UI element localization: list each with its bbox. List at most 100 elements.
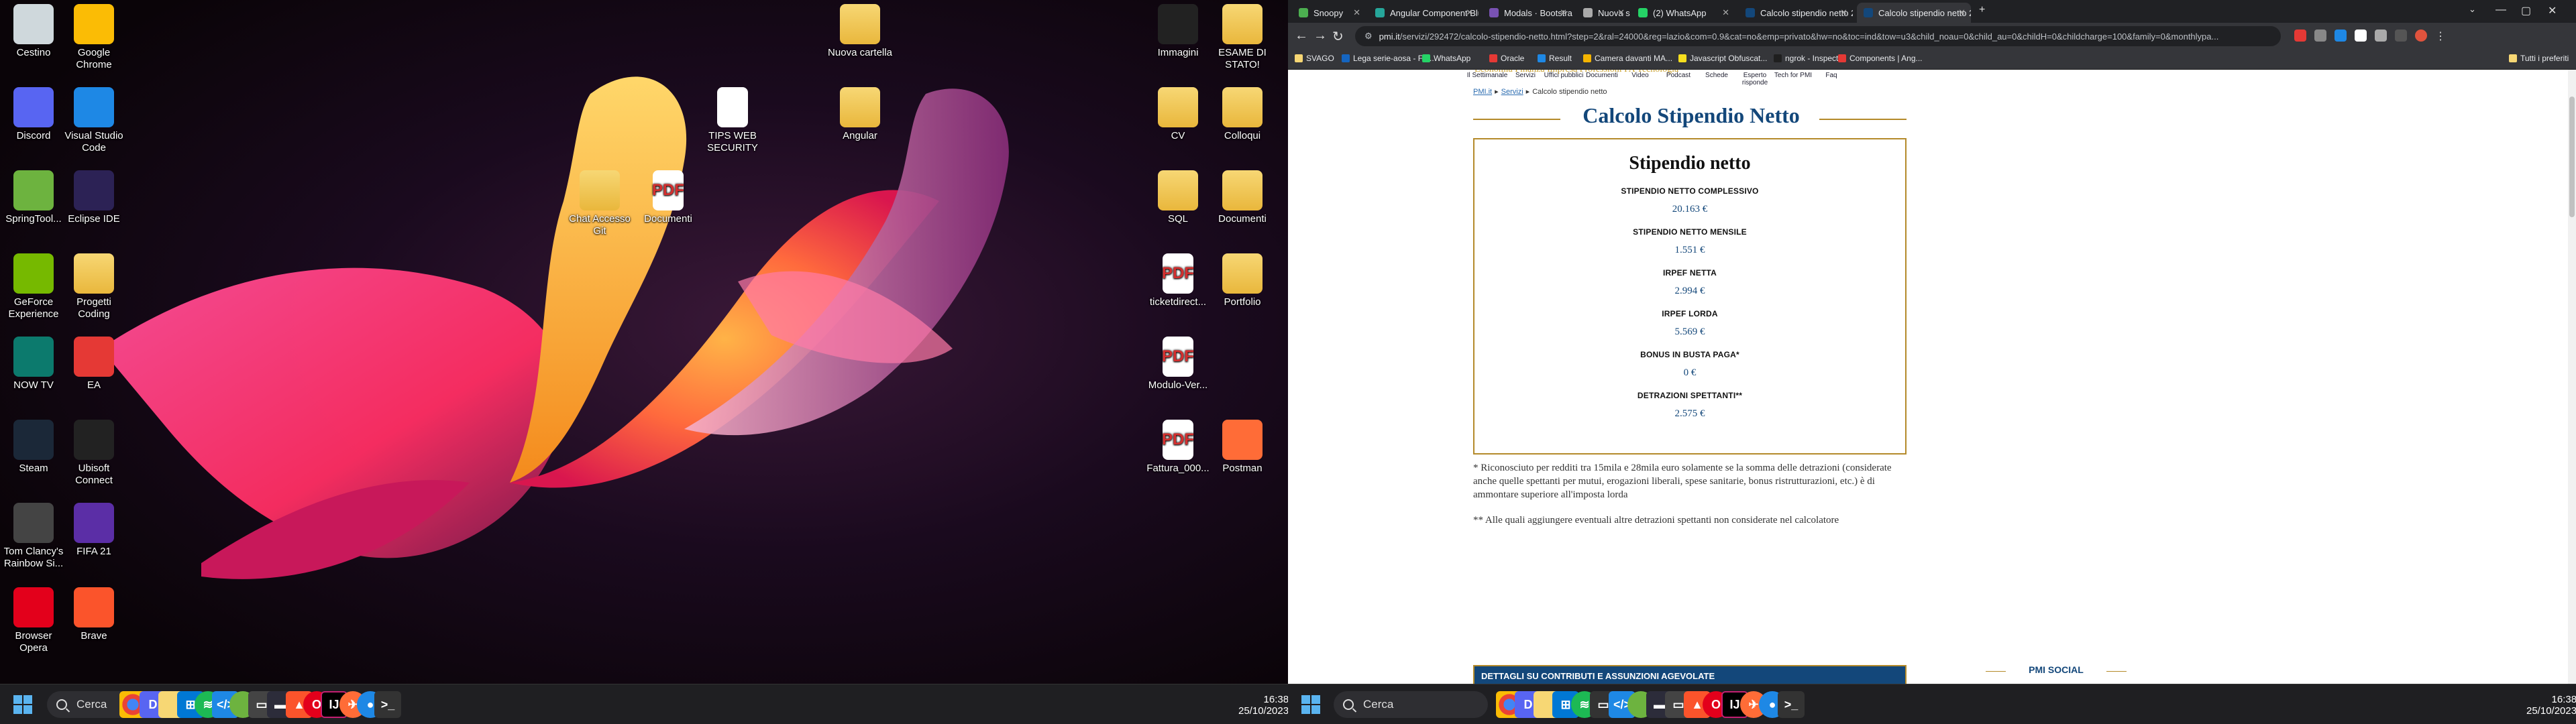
reload-icon[interactable]: ↻ [1332,28,1344,45]
cmd-taskbar-icon[interactable]: >_ [1778,691,1805,718]
close-tab-icon[interactable]: ✕ [1722,7,1729,18]
desktop-icon[interactable]: Colloqui [1210,87,1275,142]
maximize-window-icon[interactable]: ▢ [2521,4,2531,17]
desktop-icon[interactable]: PDF Modulo-Ver... [1146,337,1210,391]
desktop-icon[interactable]: Nuova cartella [828,4,892,59]
nowtv-icon [13,337,54,377]
breadcrumb-section[interactable]: Servizi [1501,88,1523,96]
desktop-icon[interactable]: Immagini [1146,4,1210,59]
desktop-icon[interactable]: NOW TV [1,337,66,391]
menu-icon[interactable]: ⋮ [2435,29,2447,42]
desktop-icon[interactable]: Tom Clancy's Rainbow Si... [1,503,66,570]
desktop-icon[interactable]: Cestino [1,4,66,59]
start-button[interactable] [1301,695,1320,714]
site-nav-item[interactable]: Faq [1808,70,1855,79]
desktop-icon[interactable]: FIFA 21 [62,503,126,558]
profile-avatar[interactable] [2415,29,2427,42]
desktop-icon[interactable]: PDF Fattura_000... [1146,420,1210,475]
recycle-bin-icon [13,4,54,44]
desktop-icon[interactable]: SpringTool... [1,170,66,225]
browser-tab[interactable]: Angular Component Blurring✕ [1368,3,1479,23]
extension-icon[interactable] [2294,29,2306,42]
bookmark-item[interactable]: Lega serie-aosa - Fa... [1342,54,1434,63]
bookmark-label: WhatsApp [1434,54,1471,63]
desktop-icon[interactable]: PDF Documenti [636,170,700,225]
desktop-icon[interactable]: Documenti [1210,170,1275,225]
desktop-icon[interactable]: Angular [828,87,892,142]
close-tab-icon[interactable]: ✕ [1840,7,1847,18]
desktop-icon[interactable]: CV [1146,87,1210,142]
close-tab-icon[interactable]: ✕ [1617,7,1625,18]
bookmark-item[interactable]: Tutti i preferiti [2509,54,2569,63]
bookmark-item[interactable]: Components | Ang... [1838,54,1923,63]
close-tab-icon[interactable]: ✕ [1353,7,1360,18]
desktop-icon[interactable]: ESAME DI STATO! [1210,4,1275,71]
desktop-icon[interactable]: Ubisoft Connect [62,420,126,487]
extension-icon[interactable] [2314,29,2326,42]
footnote-bonus: * Riconosciuto per redditi tra 15mila e … [1473,463,1892,500]
bookmark-label: Oracle [1501,54,1525,63]
result-box: Stipendio netto STIPENDIO NETTO COMPLESS… [1473,138,1907,455]
right-clock[interactable]: 16:38 25/10/2023 [2526,694,2576,717]
desktop-icon[interactable]: Browser Opera [1,587,66,654]
tab-favicon-icon [1746,8,1755,17]
scrollbar-thumb[interactable] [2569,97,2575,217]
side-panel-icon[interactable] [2395,29,2407,42]
extension-icon[interactable] [2355,29,2367,42]
minimize-window-icon[interactable]: — [2496,4,2506,16]
pdf-icon: PDF [1162,253,1194,294]
bookmark-item[interactable]: Result [1538,54,1572,63]
desktop-icon[interactable]: SQL [1146,170,1210,225]
desktop-icon[interactable]: Chat Accesso Git [568,170,632,237]
desktop-icon[interactable]: TIPS WEB SECURITY [700,87,765,154]
extensions-puzzle-icon[interactable] [2375,29,2387,42]
browser-tab[interactable]: Calcolo stipendio netto 2023-...✕ [1857,3,1971,23]
brave-icon [74,587,114,627]
desktop-icon[interactable]: Progetti Coding [62,253,126,320]
desktop-icon[interactable]: GeForce Experience [1,253,66,320]
site-info-icon[interactable]: ⚙ [1364,31,1373,42]
page-scrollbar[interactable] [2568,70,2576,684]
desktop-icon[interactable]: Postman [1210,420,1275,475]
desktop-icon-label: Colloqui [1224,130,1261,141]
desktop-icon[interactable]: PDF ticketdirect... [1146,253,1210,308]
desktop-icon[interactable]: Brave [62,587,126,642]
details-accordion-header[interactable]: DETTAGLI SU CONTRIBUTI E ASSUNZIONI AGEV… [1473,665,1907,684]
start-button[interactable] [13,695,32,714]
breadcrumb-home[interactable]: PMI.it [1473,88,1492,96]
browser-tab[interactable]: (2) WhatsApp ✕ [1631,3,1735,23]
tab-search-icon[interactable]: ⌄ [2469,4,2476,15]
browser-tab[interactable]: Nuova scheda✕ [1576,3,1630,23]
extension-icon[interactable] [2334,29,2347,42]
browser-tab[interactable]: Snoopy ✕ [1292,3,1366,23]
browser-tab[interactable]: Modals · Bootstrap v5.3✕ [1483,3,1572,23]
close-tab-icon[interactable]: ✕ [1958,7,1966,18]
new-tab-icon[interactable]: + [1979,4,1985,16]
desktop-icon[interactable]: Portfolio [1210,253,1275,308]
browser-tab[interactable]: Calcolo stipendio netto 2023-...✕ [1739,3,1853,23]
forward-icon[interactable]: → [1313,28,1327,44]
bookmark-item[interactable]: Javascript Obfuscat... [1678,54,1767,63]
desktop-icon[interactable]: EA [62,337,126,391]
desktop-icon[interactable]: Visual Studio Code [62,87,126,154]
left-clock[interactable]: 16:38 25/10/2023 [1238,694,1288,717]
desktop-icon[interactable]: Steam [1,420,66,475]
bookmark-item[interactable]: ngrok - Inspect [1774,54,1838,63]
close-window-icon[interactable]: ✕ [2548,4,2557,17]
address-bar[interactable]: ⚙ pmi.it/servizi/292472/calcolo-stipendi… [1355,26,2281,46]
desktop-icon[interactable]: Discord [1,87,66,142]
desktop-icon[interactable]: Eclipse IDE [62,170,126,225]
close-tab-icon[interactable]: ✕ [1466,7,1473,18]
chrome-icon [74,4,114,44]
bookmark-item[interactable]: WhatsApp [1422,54,1470,63]
bookmark-item[interactable]: Oracle [1489,54,1524,63]
taskbar-search[interactable]: Cerca [1334,691,1488,718]
cmd-taskbar-icon[interactable]: >_ [374,691,401,718]
bookmark-item[interactable]: SVAGO [1295,54,1334,63]
back-icon[interactable]: ← [1295,28,1308,44]
desktop-icon-label: ESAME DI STATO! [1218,47,1267,70]
bookmark-item[interactable]: Camera davanti MA... [1583,54,1672,63]
bookmark-icon [1774,54,1782,62]
close-tab-icon[interactable]: ✕ [1560,7,1567,18]
desktop-icon[interactable]: Google Chrome [62,4,126,71]
